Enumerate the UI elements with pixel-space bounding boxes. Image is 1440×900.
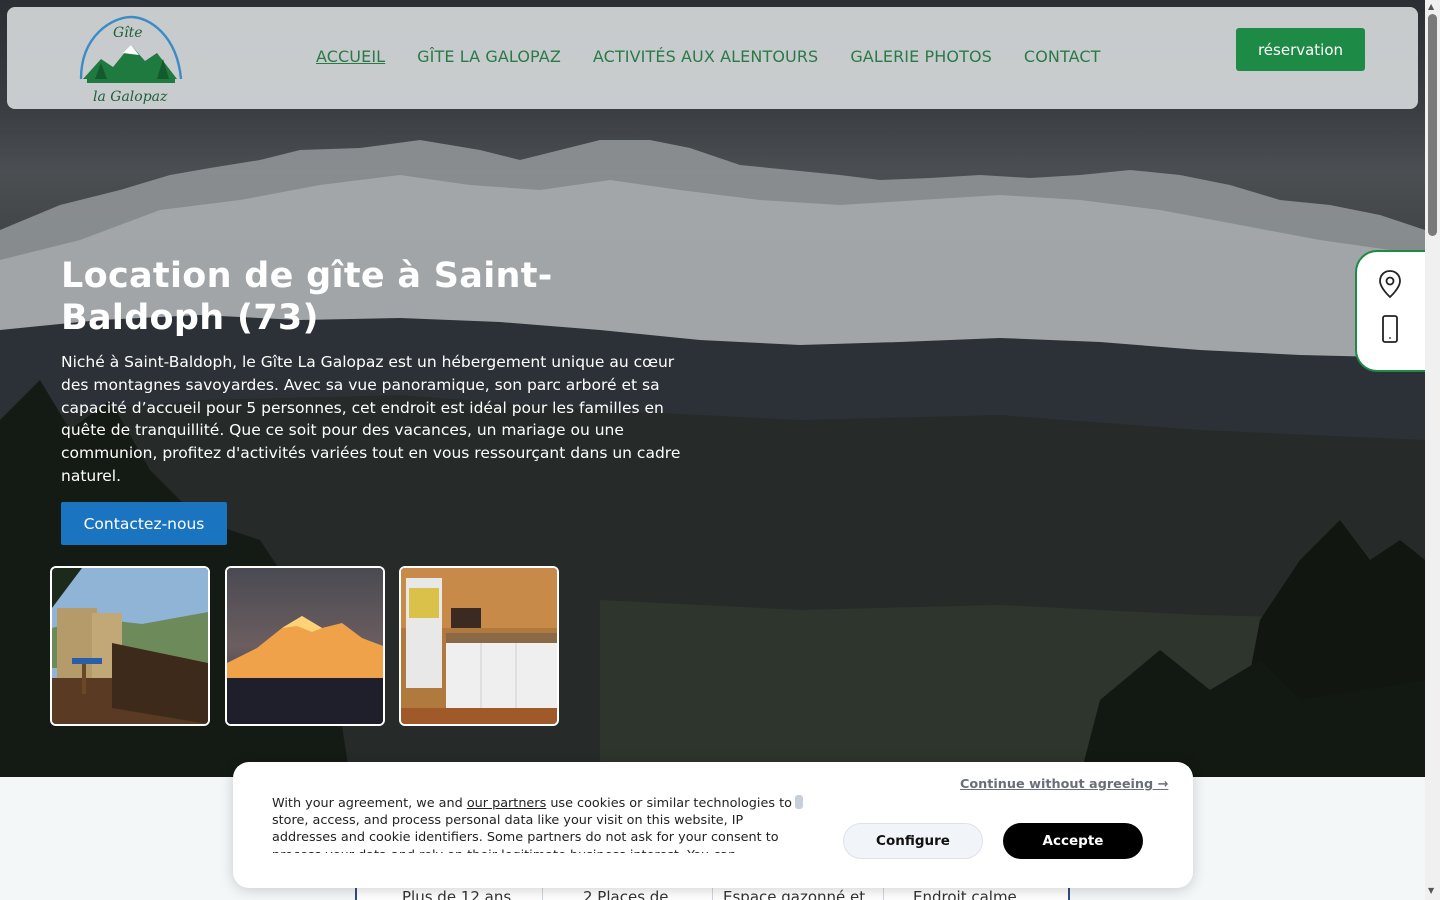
kitchen-photo-icon: [401, 568, 557, 724]
continue-without-agreeing-link[interactable]: Continue without agreeing →: [960, 777, 1168, 792]
scroll-up-arrow-icon[interactable]: ▲: [1428, 2, 1434, 11]
nav-item-activites[interactable]: ACTIVITÉS AUX ALENTOURS: [593, 47, 818, 66]
configure-button[interactable]: Configure: [843, 823, 983, 859]
cookie-text-part: With your agreement, we and: [272, 796, 467, 811]
main-nav: ACCUEIL GÎTE LA GALOPAZ ACTIVITÉS AUX AL…: [316, 47, 1101, 66]
nav-item-galerie[interactable]: GALERIE PHOTOS: [850, 47, 992, 66]
site-header: Gîte la Galopaz ACCUEIL GÎTE LA GALOPAZ …: [7, 7, 1418, 109]
accept-button[interactable]: Accepte: [1003, 823, 1143, 859]
feature-item: Plus de 12 ans: [402, 888, 512, 900]
feature-item: 2 Places de: [583, 888, 669, 900]
feature-item: Endroit calme: [913, 888, 1017, 900]
mobile-phone-icon[interactable]: [1374, 313, 1406, 345]
location-pin-icon[interactable]: [1374, 268, 1406, 300]
nav-item-accueil[interactable]: ACCUEIL: [316, 47, 385, 66]
scroll-down-arrow-icon[interactable]: ▼: [1428, 886, 1434, 895]
thumbnail-balcony[interactable]: [50, 566, 210, 726]
page-scrollbar[interactable]: ▲ ▼: [1425, 0, 1440, 900]
feature-item: Espace gazonné et: [723, 888, 866, 900]
side-contact-panel: [1355, 250, 1425, 372]
hero-title: Location de gîte à Saint-Baldoph (73): [61, 256, 553, 338]
logo-text-galopaz: la Galopaz: [93, 89, 168, 105]
partners-link[interactable]: our partners: [467, 796, 546, 811]
contact-button[interactable]: Contactez-nous: [61, 502, 227, 545]
reservation-button[interactable]: réservation: [1236, 28, 1365, 71]
thumbnail-kitchen[interactable]: [399, 566, 559, 726]
cookie-text-scrollbar[interactable]: [795, 795, 803, 809]
scrollbar-thumb[interactable]: [1428, 14, 1437, 236]
balcony-photo-icon: [52, 568, 208, 724]
nav-item-contact[interactable]: CONTACT: [1024, 47, 1101, 66]
hero-description: Niché à Saint-Baldoph, le Gîte La Galopa…: [61, 353, 681, 485]
sunset-mountain-photo-icon: [227, 568, 383, 724]
nav-item-gite[interactable]: GÎTE LA GALOPAZ: [417, 47, 561, 66]
cookie-consent-banner: With your agreement, we and our partners…: [233, 762, 1193, 888]
thumbnail-sunset[interactable]: [225, 566, 385, 726]
logo-text-gite: Gîte: [113, 25, 143, 41]
cookie-text[interactable]: With your agreement, we and our partners…: [272, 795, 792, 853]
